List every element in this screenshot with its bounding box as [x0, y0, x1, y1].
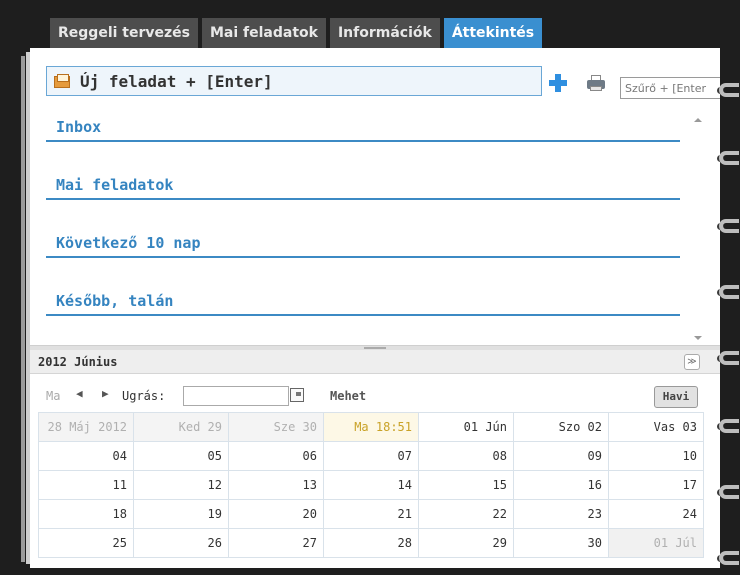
- spiral-ring-icon: [717, 82, 740, 100]
- spiral-ring-icon: [717, 484, 740, 502]
- calendar-day[interactable]: 29: [418, 528, 514, 558]
- calendar-day[interactable]: 10: [608, 441, 704, 471]
- tab-bar: Reggeli tervezés Mai feladatok Informáci…: [50, 18, 546, 48]
- calendar-day[interactable]: 15: [418, 470, 514, 500]
- calendar-header: 2012 Június ≫: [30, 350, 720, 374]
- calendar-week: 11 12 13 14 15 16 17: [38, 470, 704, 500]
- calendar-day[interactable]: 21: [323, 499, 419, 529]
- section-label: Következő 10 nap: [56, 234, 201, 252]
- calendar-day[interactable]: 04: [38, 441, 134, 471]
- section-label: Később, talán: [56, 292, 174, 310]
- tab-overview[interactable]: Áttekintés: [443, 18, 543, 48]
- section-label: Inbox: [56, 118, 102, 136]
- scroll-up-icon[interactable]: [694, 118, 702, 122]
- section-todays-tasks[interactable]: Mai feladatok: [46, 166, 680, 200]
- section-inbox[interactable]: Inbox: [46, 108, 680, 142]
- calendar-day[interactable]: 17: [608, 470, 704, 500]
- calendar-week: 28 Máj 2012 Ked 29 Sze 30 Ma 18:51 01 Jú…: [38, 412, 704, 442]
- spiral-ring-icon: [717, 218, 740, 236]
- jump-label: Ugrás:: [122, 389, 166, 403]
- calendar-day[interactable]: 23: [513, 499, 609, 529]
- today-button[interactable]: Ma: [46, 389, 60, 403]
- section-next-10-days[interactable]: Következő 10 nap: [46, 224, 680, 258]
- calendar-day[interactable]: 28: [323, 528, 419, 558]
- calendar-day[interactable]: 01 Jún: [418, 412, 514, 442]
- calendar-day[interactable]: 07: [323, 441, 419, 471]
- calendar-day[interactable]: 25: [38, 528, 134, 558]
- prev-arrow-icon[interactable]: ◀: [76, 387, 83, 400]
- new-task-field: [46, 66, 542, 96]
- task-sections: Inbox Mai feladatok Következő 10 nap Kés…: [46, 108, 694, 340]
- spiral-ring-icon: [717, 550, 740, 568]
- filter-input[interactable]: [620, 77, 720, 99]
- calendar-day[interactable]: 27: [228, 528, 324, 558]
- monthly-view-button[interactable]: Havi: [654, 386, 698, 408]
- calendar-day[interactable]: 05: [133, 441, 229, 471]
- calendar-day[interactable]: 30: [513, 528, 609, 558]
- spiral-ring-icon: [717, 284, 740, 302]
- section-later-maybe[interactable]: Később, talán: [46, 282, 680, 316]
- calendar-day[interactable]: 08: [418, 441, 514, 471]
- calendar-day[interactable]: 22: [418, 499, 514, 529]
- calendar-picker-icon[interactable]: [290, 388, 304, 402]
- calendar-day[interactable]: 13: [228, 470, 324, 500]
- calendar-day[interactable]: 12: [133, 470, 229, 500]
- calendar-day[interactable]: 18: [38, 499, 134, 529]
- print-icon[interactable]: [587, 75, 605, 91]
- calendar-day[interactable]: 28 Máj 2012: [38, 412, 134, 442]
- jump-date-input[interactable]: [183, 386, 289, 406]
- grip-icon[interactable]: [364, 347, 386, 349]
- scroll-down-icon[interactable]: [694, 336, 702, 340]
- calendar-grid: 28 Máj 2012 Ked 29 Sze 30 Ma 18:51 01 Jú…: [38, 412, 704, 558]
- calendar-day[interactable]: 24: [608, 499, 704, 529]
- calendar-day[interactable]: 11: [38, 470, 134, 500]
- section-label: Mai feladatok: [56, 176, 174, 194]
- calendar-day[interactable]: 09: [513, 441, 609, 471]
- new-task-icon: [54, 74, 72, 88]
- spiral-ring-icon: [717, 350, 740, 368]
- spiral-ring-icon: [717, 418, 740, 436]
- calendar-day[interactable]: 06: [228, 441, 324, 471]
- calendar-week: 18 19 20 21 22 23 24: [38, 499, 704, 529]
- calendar-title: 2012 Június: [38, 355, 118, 369]
- calendar-day[interactable]: 16: [513, 470, 609, 500]
- spiral-ring-icon: [717, 150, 740, 168]
- calendar-day[interactable]: 01 Júl: [608, 528, 704, 558]
- calendar-day[interactable]: 20: [228, 499, 324, 529]
- sections-scrollbar[interactable]: [690, 112, 706, 346]
- calendar-day[interactable]: 26: [133, 528, 229, 558]
- calendar-week: 25 26 27 28 29 30 01 Júl: [38, 528, 704, 558]
- calendar-day[interactable]: Szo 02: [513, 412, 609, 442]
- next-arrow-icon[interactable]: ▶: [102, 387, 109, 400]
- calendar-toolbar: Ma ◀ ▶ Ugrás: Mehet Havi: [38, 385, 708, 411]
- tab-morning-planning[interactable]: Reggeli tervezés: [50, 18, 198, 48]
- calendar-day[interactable]: 19: [133, 499, 229, 529]
- tab-todays-tasks[interactable]: Mai feladatok: [201, 18, 326, 48]
- go-button[interactable]: Mehet: [330, 389, 366, 403]
- calendar-day[interactable]: Ked 29: [133, 412, 229, 442]
- collapse-icon[interactable]: ≫: [684, 354, 700, 370]
- calendar-day[interactable]: Vas 03: [608, 412, 704, 442]
- calendar-day[interactable]: Sze 30: [228, 412, 324, 442]
- new-task-input[interactable]: [78, 67, 541, 95]
- add-task-icon[interactable]: [549, 74, 567, 92]
- calendar-week: 04 05 06 07 08 09 10: [38, 441, 704, 471]
- page-edge: [21, 56, 25, 562]
- calendar-day[interactable]: 14: [323, 470, 419, 500]
- calendar-day-today[interactable]: Ma 18:51: [323, 412, 419, 442]
- tab-information[interactable]: Információk: [329, 18, 440, 48]
